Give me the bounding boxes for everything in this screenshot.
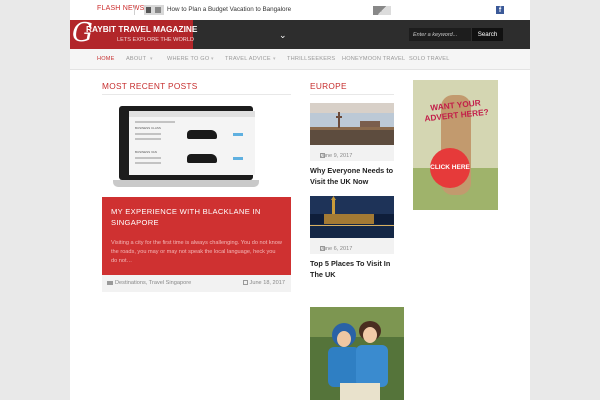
nav-item-travel-advice[interactable]: TRAVEL ADVICE <box>225 56 271 62</box>
feature-post-excerpt: Visiting a city for the first time is al… <box>111 240 282 264</box>
folder-icon <box>107 280 113 285</box>
flash-news-thumbnail[interactable] <box>373 6 391 15</box>
page: FLASH NEWS How to Plan a Budget Vacation… <box>70 0 530 400</box>
post-title[interactable]: Why Everyone Needs to Visit the UK Now <box>310 165 396 187</box>
laptop-display: BUSINESS CLASS BUSINESS VAN <box>129 111 255 175</box>
post-image-uk-coast[interactable] <box>310 103 394 145</box>
nav-item-where-to-go[interactable]: WHERE TO GO <box>167 56 209 62</box>
advert-banner[interactable]: WANT YOUR ADVERT HERE? CLICK HERE <box>413 80 498 210</box>
click-here-button[interactable]: CLICK HERE <box>430 148 470 188</box>
display-row <box>135 138 161 140</box>
kids-photo <box>310 307 404 400</box>
section-divider <box>102 94 291 95</box>
chevron-down-icon[interactable]: ▾ <box>150 56 153 62</box>
next-arrow-icon[interactable] <box>155 7 161 13</box>
nav-item-thrillseekers[interactable]: THRILLSEEKERS <box>287 56 335 62</box>
site-logo[interactable]: G RAYBIT TRAVEL MAGAZINE LETS EXPLORE TH… <box>70 19 197 49</box>
feature-post-title[interactable]: MY EXPERIENCE WITH BLACKLANE IN SINGAPOR… <box>111 206 281 228</box>
prev-arrow-icon[interactable] <box>146 7 151 13</box>
flash-news-headline[interactable]: How to Plan a Budget Vacation to Bangalo… <box>167 6 291 13</box>
calendar-icon <box>242 280 248 286</box>
select-button <box>233 157 243 160</box>
site-header: G RAYBIT TRAVEL MAGAZINE LETS EXPLORE TH… <box>70 19 530 49</box>
chevron-down-icon[interactable]: ▾ <box>273 56 276 62</box>
most-recent-heading: MOST RECENT POSTS <box>102 81 198 91</box>
nav-item-about[interactable]: ABOUT <box>126 56 146 62</box>
section-divider <box>310 94 394 95</box>
screen-label: BUSINESS CLASS <box>135 126 161 130</box>
feature-image[interactable]: BUSINESS CLASS BUSINESS VAN <box>113 106 259 194</box>
screen-label: BUSINESS VAN <box>135 150 157 154</box>
flash-news-label: FLASH NEWS <box>97 5 145 12</box>
post-date-bar: June 9, 2017 <box>310 145 394 161</box>
chevron-down-icon[interactable]: ⌄ <box>279 30 287 41</box>
main-nav: HOME ABOUT ▾ WHERE TO GO ▾ TRAVEL ADVICE… <box>70 49 530 70</box>
laptop-screen: BUSINESS CLASS BUSINESS VAN <box>119 106 255 180</box>
date-text: June 18, 2017 <box>249 280 285 286</box>
nav-item-solo-travel[interactable]: SOLO TRAVEL <box>409 56 450 62</box>
feature-post-card[interactable]: MY EXPERIENCE WITH BLACKLANE IN SINGAPOR… <box>102 197 291 275</box>
flash-divider <box>134 5 135 15</box>
flash-news-bar: FLASH NEWS How to Plan a Budget Vacation… <box>70 0 530 21</box>
date-text: June 9, 2017 <box>320 153 353 159</box>
chevron-down-icon[interactable]: ▾ <box>211 56 214 62</box>
display-row <box>135 162 161 164</box>
post-title[interactable]: Top 5 Places To Visit In The UK <box>310 258 396 280</box>
display-row <box>135 133 161 135</box>
display-row <box>135 121 175 123</box>
display-header <box>129 111 255 117</box>
post-date-bar: June 6, 2017 <box>310 238 394 254</box>
flash-news-controls[interactable] <box>144 5 164 15</box>
promo-image-kids[interactable] <box>310 307 404 400</box>
facebook-icon[interactable]: f <box>496 6 504 14</box>
coast-scene <box>310 103 394 145</box>
europe-heading: EUROPE <box>310 81 347 91</box>
van-image <box>187 154 217 163</box>
feature-post-categories[interactable]: Destinations, Travel Singapore <box>107 280 191 286</box>
search-input[interactable] <box>409 28 471 41</box>
post-image-london[interactable] <box>310 196 394 238</box>
nav-item-honeymoon-travel[interactable]: HONEYMOON TRAVEL <box>342 56 405 62</box>
display-row <box>135 157 161 159</box>
feature-post-date: June 18, 2017 <box>242 280 285 286</box>
search-button[interactable]: Search <box>472 28 503 41</box>
logo-title: RAYBIT TRAVEL MAGAZINE <box>86 24 198 34</box>
select-button <box>233 133 243 136</box>
feature-post-meta: Destinations, Travel Singapore June 18, … <box>102 275 291 292</box>
london-night-scene <box>310 196 394 238</box>
categories-text[interactable]: Destinations, Travel Singapore <box>115 280 191 286</box>
date-text: June 6, 2017 <box>320 246 353 252</box>
logo-tagline: LETS EXPLORE THE WORLD <box>117 37 194 43</box>
nav-item-home[interactable]: HOME <box>97 56 115 62</box>
car-image <box>187 130 217 139</box>
laptop-base <box>113 180 259 187</box>
